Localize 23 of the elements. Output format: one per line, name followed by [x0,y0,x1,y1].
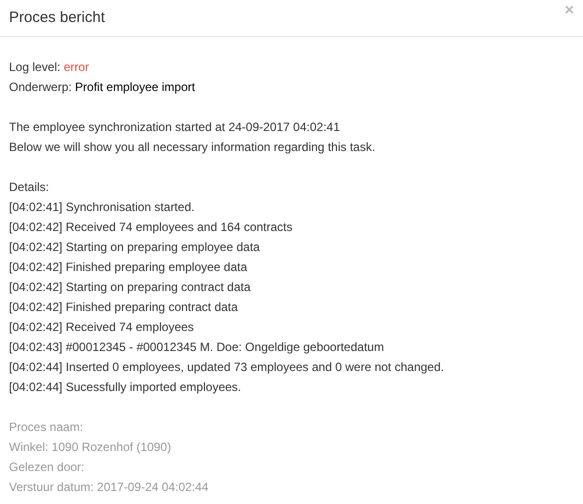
info-line: Proces naam: [9,419,84,436]
info-line: Verstuur datum: 2017-09-24 04:02:44 [9,479,210,496]
log-line: [04:02:42] Finished preparing contract data [9,299,239,316]
intro-text: The employee synchronization started at 24-09-2017 04:02:41 [9,119,341,136]
info-line: Winkel: 1090 Rozenhof (1090) [9,439,172,456]
log-line: [04:02:43] #00012345 - #00012345 M. Doe: Ongeldige geboortedatum [9,339,385,356]
field-value: Profit employee import [75,80,196,94]
field-label: Onderwerp: [9,80,72,94]
log-line: [04:02:41] Synchronisation started. [9,199,196,216]
log-line: [04:02:42] Finished preparing employee data [9,259,248,276]
intro-text: Below we will show you all necessary information regarding this task. [9,139,376,156]
log-line: [04:02:42] Starting on preparing contract data [9,279,252,296]
log-level-value: error [64,60,90,74]
field-label: Log level: [9,60,60,74]
dialog-title: Proces bericht [9,9,105,28]
log-line: [04:02:44] Inserted 0 employees, updated 73 employees and 0 were not changed. [9,359,445,376]
log-line: [04:02:42] Received 74 employees and 164 contracts [9,219,294,236]
log-line: [04:02:44] Sucessfully imported employees. [9,379,242,396]
close-button[interactable]: × [564,3,574,19]
details-heading: Details: [9,179,50,196]
log-line: [04:02:42] Starting on preparing employee data [9,239,261,256]
log-line: [04:02:42] Received 74 employees [9,319,195,336]
info-line: Gelezen door: [9,459,86,476]
